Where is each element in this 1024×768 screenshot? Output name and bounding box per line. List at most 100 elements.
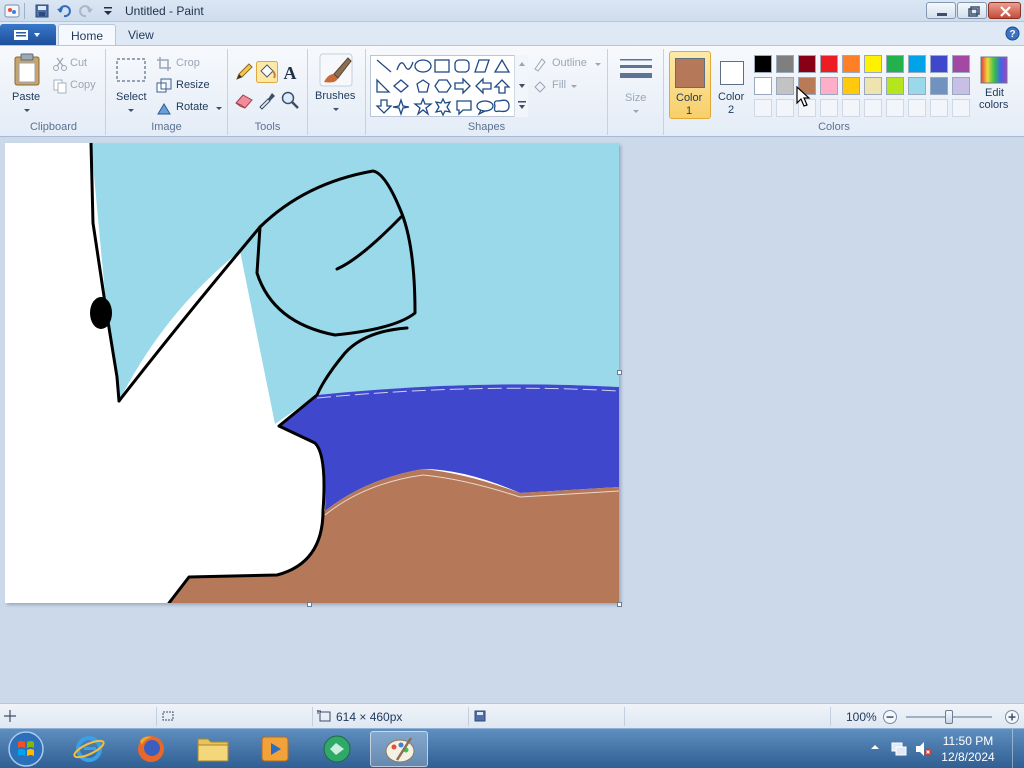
resize-handle-corner[interactable] bbox=[617, 602, 622, 607]
palette-custom-slot[interactable] bbox=[820, 99, 838, 117]
start-button-icon[interactable] bbox=[6, 730, 46, 768]
palette-custom-slot[interactable] bbox=[952, 99, 970, 117]
resize-handle-right[interactable] bbox=[617, 370, 622, 375]
cut-button[interactable]: Cut bbox=[52, 56, 102, 74]
palette-swatch[interactable] bbox=[820, 77, 838, 95]
paste-dropdown-icon bbox=[24, 109, 30, 112]
edit-colors-icon bbox=[980, 56, 1008, 84]
file-size-icon bbox=[474, 710, 486, 722]
tab-home[interactable]: Home bbox=[58, 24, 117, 46]
palette-swatch[interactable] bbox=[864, 55, 882, 73]
customize-qa-icon[interactable] bbox=[100, 3, 116, 19]
eraser-icon[interactable] bbox=[233, 89, 255, 111]
shapes-scroll-arrows-icon bbox=[518, 62, 526, 109]
palette-swatch[interactable] bbox=[886, 77, 904, 95]
redo-icon[interactable] bbox=[78, 3, 94, 19]
crop-icon bbox=[157, 57, 171, 71]
shapes-scrollbar[interactable] bbox=[514, 55, 528, 117]
shapes-gallery[interactable] bbox=[370, 55, 528, 117]
size-button[interactable]: Size bbox=[618, 55, 654, 121]
tab-view[interactable]: View bbox=[116, 24, 166, 46]
pencil-icon[interactable] bbox=[233, 61, 255, 83]
palette-custom-slot[interactable] bbox=[776, 99, 794, 117]
show-hidden-icons-icon[interactable] bbox=[870, 742, 880, 752]
palette-swatch[interactable] bbox=[776, 55, 794, 73]
palette-swatch[interactable] bbox=[908, 77, 926, 95]
palette-swatch[interactable] bbox=[776, 77, 794, 95]
resize-button[interactable]: Resize bbox=[156, 78, 226, 96]
paste-button[interactable]: Paste bbox=[10, 53, 46, 123]
color1-label-line1: Color bbox=[676, 92, 703, 104]
shapes-group-label: Shapes bbox=[467, 121, 506, 133]
resize-handle-bottom[interactable] bbox=[307, 602, 312, 607]
zoom-in-icon[interactable] bbox=[1004, 709, 1020, 725]
palette-custom-slot[interactable] bbox=[754, 99, 772, 117]
restore-button[interactable] bbox=[957, 2, 987, 19]
rotate-button[interactable]: Rotate bbox=[156, 100, 226, 118]
zoom-out-icon[interactable] bbox=[882, 709, 898, 725]
color2-button[interactable]: Color 2 bbox=[714, 51, 752, 119]
close-button[interactable] bbox=[988, 2, 1021, 19]
palette-swatch[interactable] bbox=[754, 77, 772, 95]
paint-menu-button[interactable] bbox=[0, 24, 56, 45]
taskbar-generic-app[interactable] bbox=[310, 731, 364, 767]
palette-swatch[interactable] bbox=[864, 77, 882, 95]
taskbar-media-player[interactable] bbox=[248, 731, 302, 767]
media-player-icon bbox=[261, 736, 289, 762]
brushes-button[interactable]: Brushes bbox=[310, 52, 362, 122]
minimize-button[interactable] bbox=[926, 2, 956, 19]
undo-icon[interactable] bbox=[56, 3, 72, 19]
copy-label: Copy bbox=[70, 79, 96, 91]
outline-button[interactable]: Outline bbox=[532, 56, 604, 74]
palette-custom-slot[interactable] bbox=[886, 99, 904, 117]
status-separator bbox=[312, 707, 313, 726]
palette-swatch[interactable] bbox=[930, 77, 948, 95]
taskbar-paint[interactable] bbox=[370, 731, 428, 767]
status-separator bbox=[468, 707, 469, 726]
taskbar-internet-explorer[interactable] bbox=[62, 731, 116, 767]
title-bar: Untitled - Paint bbox=[0, 0, 1024, 22]
text-tool-icon[interactable]: A bbox=[279, 61, 301, 83]
canvas-workspace[interactable] bbox=[0, 137, 1024, 703]
palette-swatch[interactable] bbox=[798, 55, 816, 73]
brushes-dropdown-icon bbox=[333, 108, 339, 111]
clock-date[interactable]: 12/8/2024 bbox=[938, 750, 998, 764]
taskbar-file-explorer[interactable] bbox=[186, 731, 240, 767]
help-icon[interactable]: ? bbox=[1005, 26, 1020, 41]
crop-button[interactable]: Crop bbox=[156, 56, 226, 74]
palette-swatch[interactable] bbox=[908, 55, 926, 73]
drawing-canvas[interactable] bbox=[5, 143, 619, 603]
folder-icon bbox=[197, 738, 229, 762]
select-button[interactable]: Select bbox=[114, 57, 150, 119]
tools-group-label: Tools bbox=[254, 121, 281, 133]
edit-colors-button[interactable]: Edit colors bbox=[978, 55, 1018, 119]
network-icon[interactable] bbox=[890, 740, 908, 758]
palette-custom-slot[interactable] bbox=[908, 99, 926, 117]
save-icon[interactable] bbox=[34, 3, 50, 19]
show-desktop-button[interactable] bbox=[1012, 729, 1024, 768]
palette-swatch[interactable] bbox=[952, 55, 970, 73]
magnifier-icon[interactable] bbox=[279, 89, 301, 111]
palette-swatch[interactable] bbox=[754, 55, 772, 73]
palette-swatch[interactable] bbox=[842, 55, 860, 73]
palette-swatch[interactable] bbox=[886, 55, 904, 73]
copy-button[interactable]: Copy bbox=[52, 78, 102, 96]
fill-button[interactable]: Fill bbox=[532, 78, 604, 96]
palette-swatch[interactable] bbox=[820, 55, 838, 73]
zoom-slider-thumb[interactable] bbox=[945, 710, 953, 724]
brush-icon bbox=[319, 53, 353, 87]
palette-swatch[interactable] bbox=[952, 77, 970, 95]
fill-bucket-icon[interactable] bbox=[256, 61, 278, 83]
palette-custom-slot[interactable] bbox=[864, 99, 882, 117]
color-picker-icon[interactable] bbox=[256, 89, 278, 111]
color1-button[interactable]: Color 1 bbox=[669, 51, 711, 119]
palette-custom-slot[interactable] bbox=[842, 99, 860, 117]
palette-swatch[interactable] bbox=[842, 77, 860, 95]
clock-time[interactable]: 11:50 PM bbox=[938, 734, 998, 748]
paint-app-icon[interactable] bbox=[4, 3, 20, 19]
edit-colors-label-line1: Edit bbox=[985, 87, 1004, 99]
volume-muted-icon[interactable] bbox=[914, 740, 932, 758]
palette-custom-slot[interactable] bbox=[930, 99, 948, 117]
taskbar-firefox[interactable] bbox=[124, 731, 178, 767]
palette-swatch[interactable] bbox=[930, 55, 948, 73]
